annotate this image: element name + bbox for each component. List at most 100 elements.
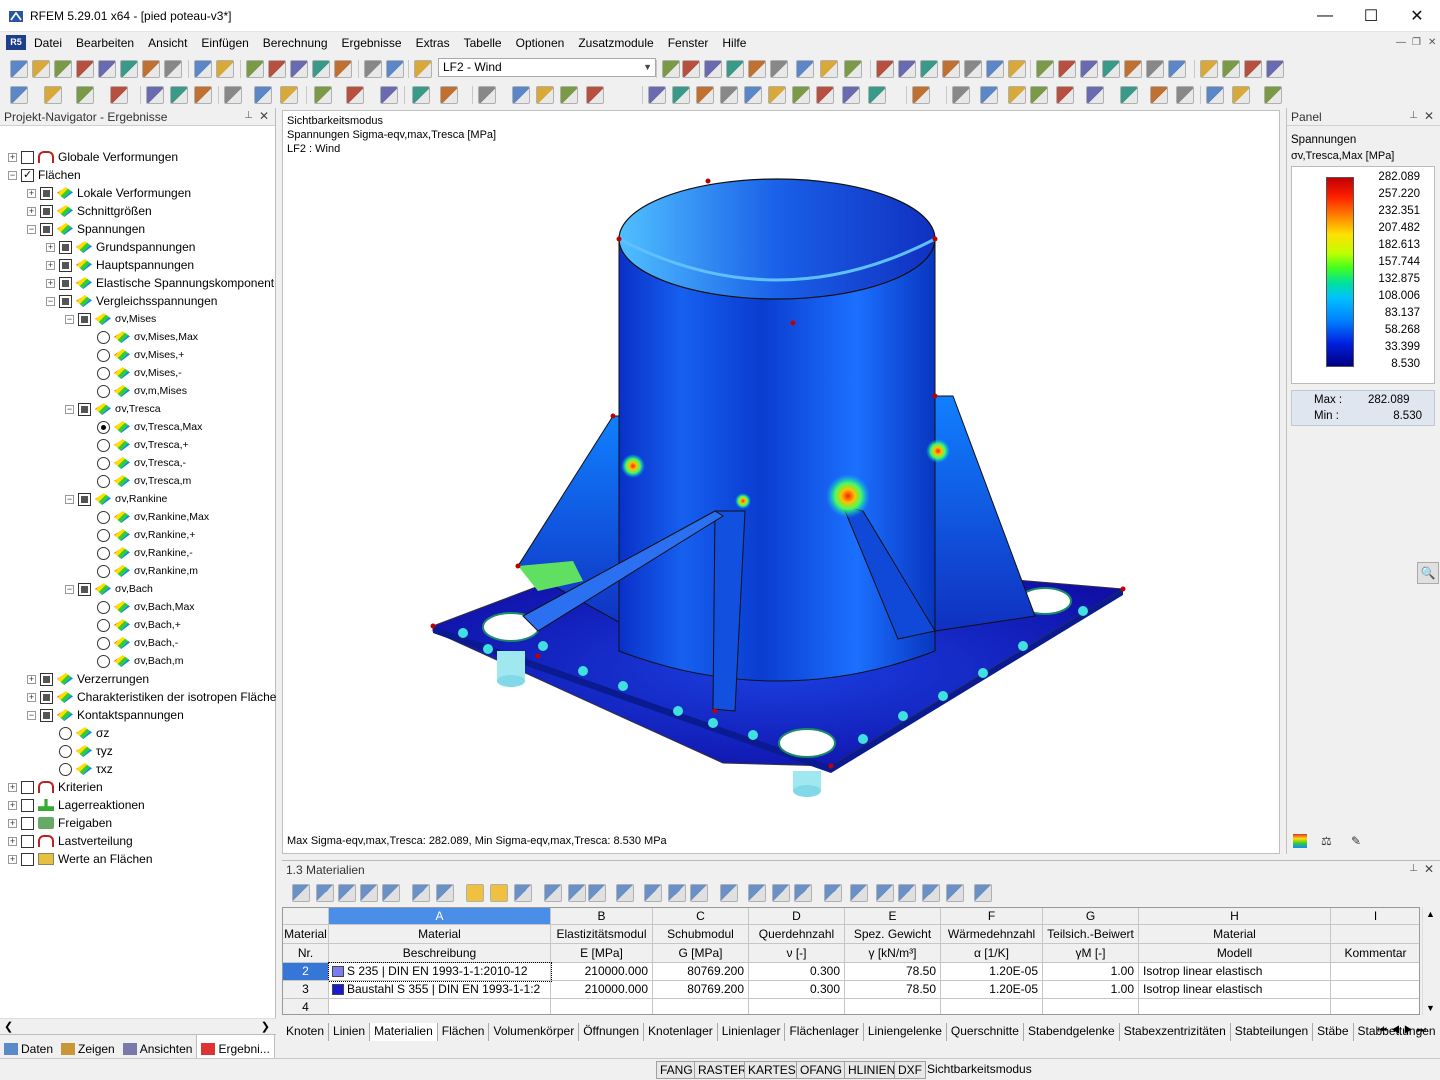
toolbar-button-icon[interactable] — [662, 60, 680, 78]
scroll-up-icon[interactable]: ▲ — [1426, 909, 1435, 919]
table-cell[interactable]: 78.50 — [845, 963, 941, 981]
expand-icon[interactable]: + — [8, 836, 17, 846]
tree-item[interactable]: − Flächen — [8, 166, 81, 184]
checkbox[interactable] — [21, 834, 34, 848]
toolbar-button-icon[interactable] — [816, 86, 834, 104]
radio-button[interactable] — [97, 348, 110, 362]
table-tool-icon[interactable] — [690, 884, 708, 902]
menu-item-1[interactable]: Bearbeiten — [76, 36, 134, 50]
menu-item-7[interactable]: Tabelle — [464, 36, 502, 50]
toolbar-button-icon[interactable] — [1150, 86, 1168, 104]
radio-button[interactable] — [59, 726, 72, 740]
menu-item-4[interactable]: Berechnung — [263, 36, 328, 50]
checkbox[interactable] — [40, 708, 53, 722]
table-tab[interactable]: Stabexzentrizitäten — [1119, 1023, 1231, 1041]
expand-icon[interactable]: + — [27, 692, 36, 702]
table-cell[interactable] — [551, 999, 653, 1014]
menu-item-10[interactable]: Fenster — [668, 36, 709, 50]
tree-item[interactable]: + Freigaben — [8, 814, 112, 832]
tree-item[interactable]: − Kontaktspannungen — [27, 706, 184, 724]
checkbox[interactable] — [40, 204, 53, 218]
table-tool-icon[interactable] — [316, 884, 334, 902]
status-toggle[interactable]: HLINIEN — [844, 1061, 900, 1079]
table-tool-icon[interactable] — [412, 884, 430, 902]
tree-item[interactable]: σv,Bach,Max — [84, 598, 195, 616]
radio-button[interactable] — [97, 456, 110, 470]
tree-item[interactable]: σv,Bach,- — [84, 634, 178, 652]
row-number[interactable]: 3 — [283, 981, 329, 999]
tab-navigation-icon[interactable]: ⏮◀▶⏭ — [1378, 1025, 1430, 1036]
radio-button[interactable] — [97, 420, 110, 434]
toolbar-button-icon[interactable] — [648, 86, 666, 104]
toolbar-button-icon[interactable] — [726, 60, 744, 78]
table-cell[interactable]: 1.20E-05 — [941, 963, 1043, 981]
column-letter[interactable]: C — [653, 908, 749, 925]
radio-button[interactable] — [97, 528, 110, 542]
table-tool-icon[interactable] — [544, 884, 562, 902]
table-cell[interactable]: 80769.200 — [653, 981, 749, 999]
toolbar-button-icon[interactable] — [54, 60, 72, 78]
checkbox[interactable] — [78, 402, 91, 416]
navigator-tab-2[interactable]: Ansichten — [119, 1035, 197, 1059]
toolbar-button-icon[interactable] — [1266, 60, 1284, 78]
table-cell[interactable]: 0.300 — [749, 981, 845, 999]
pin-icon[interactable]: ⊥ — [1409, 863, 1418, 874]
checkbox[interactable] — [40, 222, 53, 236]
column-letter[interactable]: B — [551, 908, 653, 925]
radio-button[interactable] — [97, 510, 110, 524]
table-tab[interactable]: Stabendgelenke — [1023, 1023, 1120, 1041]
menu-item-8[interactable]: Optionen — [516, 36, 565, 50]
toolbar-button-icon[interactable] — [868, 86, 886, 104]
navigator-tab-1[interactable]: Zeigen — [57, 1035, 119, 1059]
pen-icon[interactable]: ✎ — [1351, 834, 1367, 848]
menu-item-9[interactable]: Zusatzmodule — [578, 36, 653, 50]
tree-item[interactable]: σv,Rankine,m — [84, 562, 198, 580]
checkbox[interactable] — [21, 798, 34, 812]
table-cell[interactable]: S 235 | DIN EN 1993-1-1:2010-12 — [328, 962, 552, 982]
zoom-search-icon[interactable]: 🔍 — [1417, 562, 1439, 584]
toolbar-button-icon[interactable] — [224, 86, 242, 104]
tree-item[interactable]: σv,Rankine,- — [84, 544, 193, 562]
toolbar-button-icon[interactable] — [768, 86, 786, 104]
checkbox[interactable] — [59, 276, 72, 290]
toolbar-button-icon[interactable] — [312, 60, 330, 78]
table-cell[interactable]: 78.50 — [845, 981, 941, 999]
table-tool-icon[interactable] — [850, 884, 868, 902]
toolbar-button-icon[interactable] — [1086, 86, 1104, 104]
expand-icon[interactable]: + — [27, 188, 36, 198]
radio-button[interactable] — [97, 564, 110, 578]
table-cell[interactable]: 1.20E-05 — [941, 981, 1043, 999]
radio-button[interactable] — [97, 438, 110, 452]
status-toggle[interactable]: OFANG — [796, 1061, 847, 1079]
table-tool-icon[interactable] — [974, 884, 992, 902]
pin-icon[interactable]: ⊥ — [244, 110, 253, 121]
expand-icon[interactable]: + — [27, 674, 36, 684]
toolbar-button-icon[interactable] — [10, 60, 28, 78]
toolbar-button-icon[interactable] — [1264, 86, 1282, 104]
tree-item[interactable]: − σv,Tresca — [65, 400, 161, 418]
toolbar-button-icon[interactable] — [170, 86, 188, 104]
tree-item[interactable]: σv,Tresca,m — [84, 472, 191, 490]
toolbar-button-icon[interactable] — [194, 86, 212, 104]
toolbar-button-icon[interactable] — [876, 60, 894, 78]
toolbar-button-icon[interactable] — [672, 86, 690, 104]
toolbar-button-icon[interactable] — [1008, 60, 1026, 78]
tree-item[interactable]: τyz — [46, 742, 113, 760]
table-tab[interactable]: Knoten — [282, 1023, 330, 1041]
toolbar-button-icon[interactable] — [164, 60, 182, 78]
toolbar-button-icon[interactable] — [980, 86, 998, 104]
tree-item[interactable]: + Lastverteilung — [8, 832, 133, 850]
toolbar-button-icon[interactable] — [246, 60, 264, 78]
toolbar-button-icon[interactable] — [10, 86, 28, 104]
table-vertical-scrollbar[interactable]: ▲ ▼ — [1422, 907, 1438, 1015]
radio-button[interactable] — [97, 474, 110, 488]
navigator-horizontal-scrollbar[interactable]: ❮ ❯ — [0, 1018, 276, 1034]
status-toggle[interactable]: RASTER — [694, 1061, 751, 1079]
toolbar-button-icon[interactable] — [334, 60, 352, 78]
chevron-down-icon[interactable]: ▼ — [643, 59, 652, 76]
table-cell[interactable]: 210000.000 — [551, 963, 653, 981]
toolbar-button-icon[interactable] — [346, 86, 364, 104]
tree-item[interactable]: − σv,Mises — [65, 310, 156, 328]
toolbar-button-icon[interactable] — [142, 60, 160, 78]
table-tool-icon[interactable] — [876, 884, 894, 902]
